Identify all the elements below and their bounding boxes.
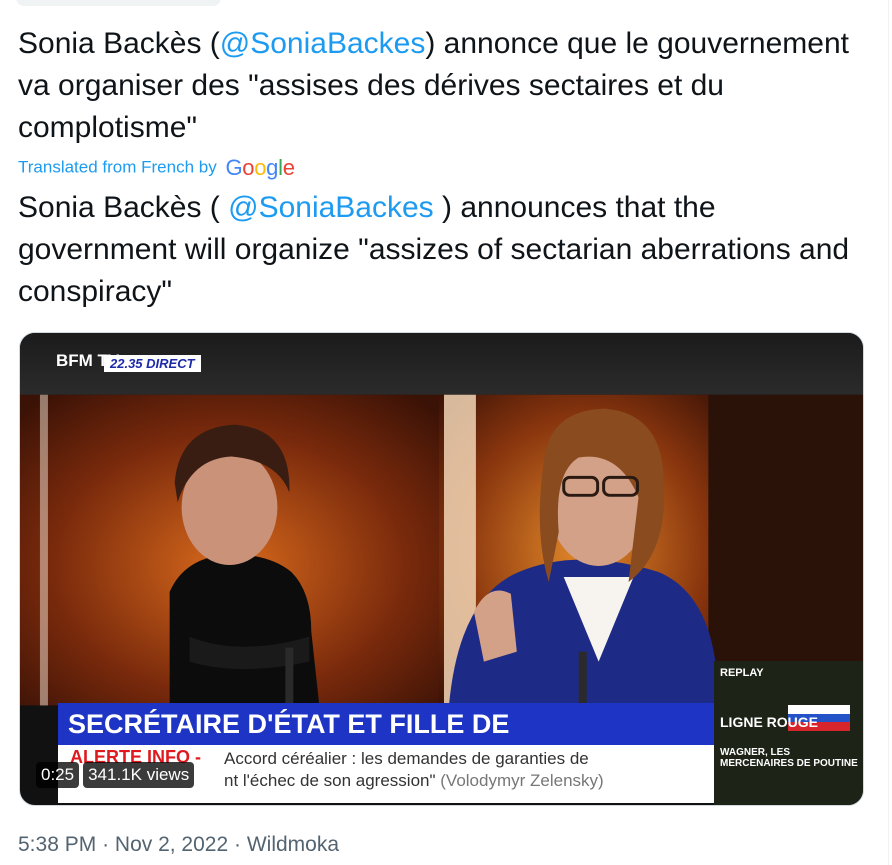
tweet-source: Wildmoka [246,833,340,856]
ticker-line-2: nt l'échec de son agression" (Volodymyr … [224,771,604,791]
tweet-time[interactable]: 5:38 PM [18,833,96,856]
meta-separator: · [102,833,110,856]
ticker-line-1: Accord céréalier : les demandes de garan… [224,749,589,768]
tweet-metadata: 5:38 PM · Nov 2, 2022 · Wildmoka [18,833,339,857]
replay-thumbnail: REPLAY LIGNE ROUGE WAGNER, LES MERCENAIR… [714,661,863,805]
video-player[interactable]: BFM TV. 22.35 DIRECT SECRÉTAIRE D'ÉTAT E… [19,332,864,806]
ticker-line-2-source: (Volodymyr Zelensky) [440,771,604,790]
top-edge [0,0,892,8]
lower-third-banner: SECRÉTAIRE D'ÉTAT ET FILLE DE SCIENTOLOG… [58,703,718,781]
ticker-line-2-text: nt l'échec de son agression" [224,771,436,790]
google-logo-letter: g [266,154,279,180]
google-logo-letter: o [242,154,255,180]
google-logo-letter: e [282,154,295,180]
replay-label: REPLAY [720,667,764,679]
replay-subtitle: WAGNER, LES MERCENAIRES DE POUTINE [720,747,858,769]
translated-label: Translated from French by [18,157,217,177]
tweet-date[interactable]: Nov 2, 2022 [115,833,228,856]
google-logo: Google [225,155,294,180]
video-badges: 0:25 341.1K views [36,762,195,788]
view-count: 341.1K views [83,762,195,788]
translation-attribution: Translated from French by Google [18,152,295,182]
mention-link[interactable]: @SoniaBackes [220,27,426,60]
replay-title: LIGNE ROUGE [720,714,819,730]
tweet-translation-text: Sonia Backès ( @SoniaBackes ) announces … [18,187,878,313]
meta-separator: · [234,833,241,856]
timeline-border [888,0,889,865]
live-indicator: 22.35 DIRECT [104,355,201,372]
tweet-original-text: Sonia Backès (@SoniaBackes) annonce que … [18,23,878,149]
previous-element-edge [16,0,221,6]
video-duration: 0:25 [36,762,80,788]
translation-mention-link[interactable]: @SoniaBackes [228,191,434,224]
tweet-text-before: Sonia Backès ( [18,27,220,60]
google-logo-letter: o [254,154,267,180]
translation-text-before: Sonia Backès ( [18,191,229,224]
google-logo-letter: G [225,154,243,180]
